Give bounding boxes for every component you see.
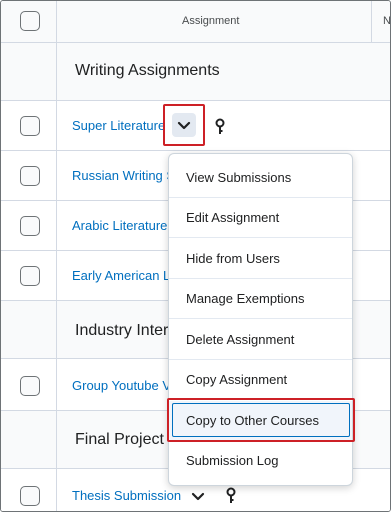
menu-item-edit-assignment[interactable]: Edit Assignment bbox=[169, 198, 352, 238]
column-header-next[interactable]: N bbox=[383, 15, 390, 27]
row-checkbox[interactable] bbox=[20, 376, 40, 396]
menu-item-hide-from-users[interactable]: Hide from Users bbox=[169, 239, 352, 279]
column-divider bbox=[371, 1, 372, 43]
section-row: Writing Assignments bbox=[1, 43, 390, 101]
row-checkbox[interactable] bbox=[20, 216, 40, 236]
column-header-assignment[interactable]: Assignment bbox=[182, 15, 239, 27]
menu-item-submission-log[interactable]: Submission Log bbox=[169, 441, 352, 481]
table-header: Assignment N bbox=[1, 1, 390, 43]
assignment-link[interactable]: Group Youtube V bbox=[72, 378, 168, 393]
row-checkbox[interactable] bbox=[20, 486, 40, 506]
section-title: Industry Interv bbox=[75, 322, 168, 339]
assignment-link[interactable]: Arabic Literature bbox=[72, 218, 168, 233]
menu-item-copy-assignment[interactable]: Copy Assignment bbox=[169, 360, 352, 400]
row-checkbox[interactable] bbox=[20, 166, 40, 186]
assignment-link[interactable]: Super Literature bbox=[72, 118, 167, 133]
actions-dropdown-button[interactable] bbox=[163, 104, 205, 146]
column-divider bbox=[56, 1, 57, 511]
focus-ring bbox=[172, 403, 350, 437]
section-title: Writing Assignments bbox=[75, 62, 220, 79]
section-title: Final Project bbox=[75, 431, 164, 448]
assignments-table: Assignment N Writing Assignments Super L… bbox=[0, 0, 391, 512]
chevron-down-icon bbox=[177, 121, 191, 130]
menu-item-delete-assignment[interactable]: Delete Assignment bbox=[169, 320, 352, 360]
table-row: Super Literature bbox=[1, 101, 390, 151]
assignment-link[interactable]: Russian Writing S bbox=[72, 168, 168, 183]
row-checkbox[interactable] bbox=[20, 266, 40, 286]
assignment-link[interactable]: Early American L bbox=[72, 268, 168, 283]
chevron-down-icon[interactable] bbox=[188, 486, 208, 506]
row-checkbox[interactable] bbox=[20, 116, 40, 136]
key-icon bbox=[226, 487, 236, 503]
highlight-outline bbox=[167, 398, 355, 442]
menu-item-manage-exemptions[interactable]: Manage Exemptions bbox=[169, 279, 352, 319]
assignment-link[interactable]: Thesis Submission bbox=[72, 488, 182, 503]
menu-item-view-submissions[interactable]: View Submissions bbox=[169, 158, 352, 198]
select-all-checkbox[interactable] bbox=[20, 11, 40, 31]
actions-button-bg bbox=[172, 113, 196, 137]
key-icon bbox=[215, 118, 225, 134]
